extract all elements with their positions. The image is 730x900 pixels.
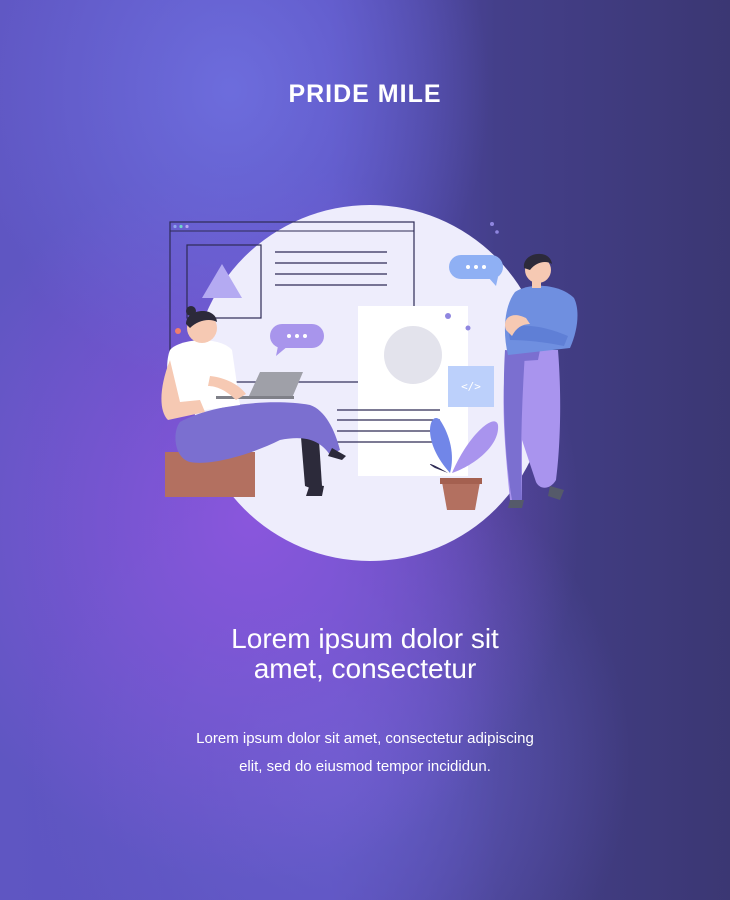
headline-line-1: Lorem ipsum dolor sit (231, 623, 499, 654)
sparkle-dot-icon (445, 313, 451, 319)
hero-description: Lorem ipsum dolor sit amet, consectetur … (165, 725, 565, 781)
hero-illustration: </> (150, 200, 590, 570)
sparkle-dot-icon (465, 325, 471, 331)
window-dot-icon (173, 224, 177, 229)
illustration-svg: </> (161, 205, 578, 561)
hero-headline: Lorem ipsum dolor sit amet, consectetur (115, 624, 615, 684)
window-dot-icon (179, 224, 183, 229)
window-dot-icon (185, 224, 189, 229)
description-line-2: elit, sed do eiusmod tempor incididun. (239, 758, 491, 775)
brand-logo-text: PRIDE MILE (288, 80, 442, 108)
sparkle-dot-icon (175, 328, 181, 334)
sparkle-dot-icon (495, 230, 499, 234)
avatar-placeholder-icon (384, 326, 442, 384)
code-icon: </> (461, 380, 481, 393)
code-badge: </> (448, 366, 494, 407)
sparkle-dot-icon (490, 222, 494, 226)
headline-line-2: amet, consectetur (253, 653, 477, 684)
description-line-1: Lorem ipsum dolor sit amet, consectetur … (196, 730, 534, 747)
